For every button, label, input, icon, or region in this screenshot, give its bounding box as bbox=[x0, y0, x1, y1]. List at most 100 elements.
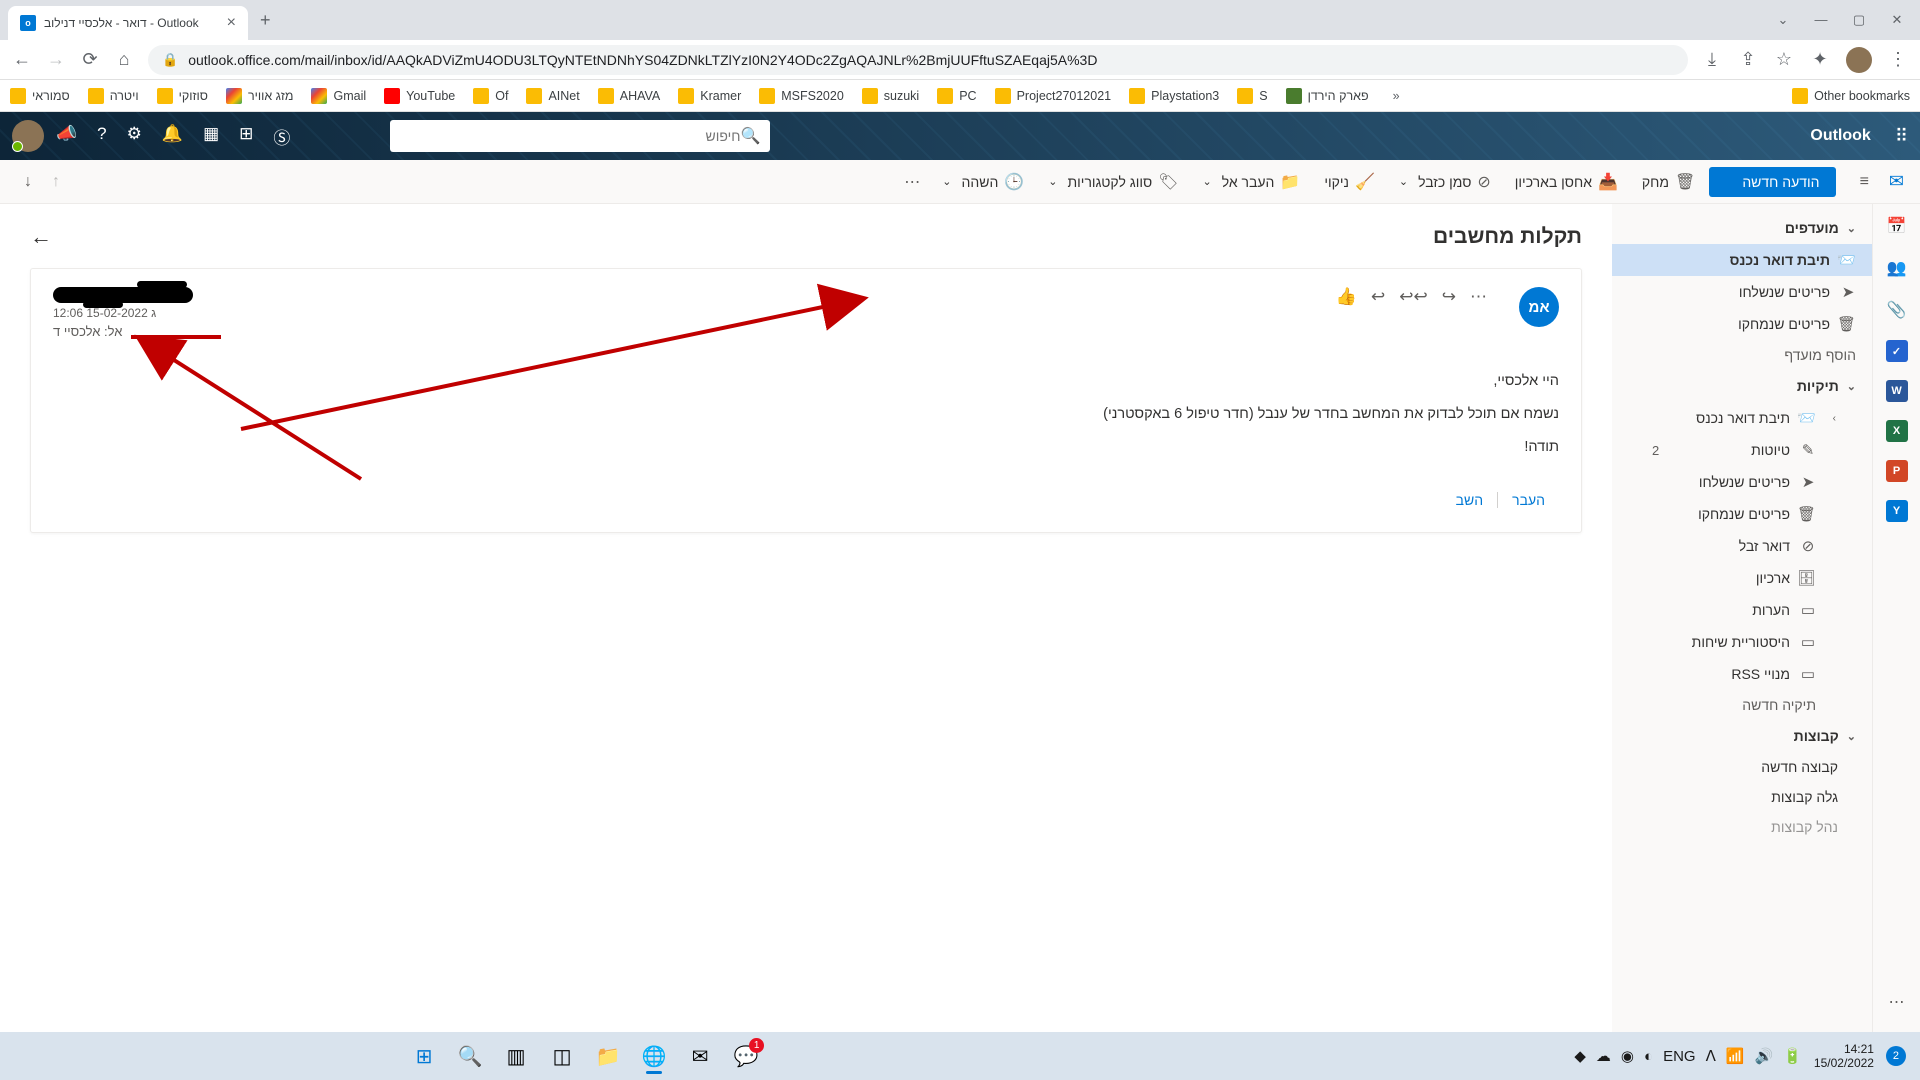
bookmark-item[interactable]: ויטרה bbox=[88, 88, 139, 104]
other-bookmarks[interactable]: Other bookmarks bbox=[1792, 88, 1910, 104]
browser-tab[interactable]: o דואר - אלכסיי דנילוב - Outlook × bbox=[8, 6, 248, 40]
more-actions-icon[interactable]: ⋯ bbox=[896, 168, 928, 196]
bookmark-item[interactable]: Playstation3 bbox=[1129, 88, 1219, 104]
sweep-button[interactable]: 🧹ניקוי bbox=[1314, 166, 1385, 198]
tray-app-icon[interactable]: ◆ bbox=[1574, 1047, 1586, 1065]
widgets-icon[interactable]: ◫ bbox=[542, 1036, 582, 1076]
junk-button[interactable]: ⊘סמן כזבל⌄ bbox=[1389, 166, 1501, 198]
start-button[interactable]: ⊞ bbox=[404, 1036, 444, 1076]
back-icon[interactable]: ← bbox=[12, 49, 32, 70]
discover-groups-link[interactable]: גלה קבוצות bbox=[1612, 782, 1872, 812]
new-tab-button[interactable]: + bbox=[260, 10, 271, 31]
back-arrow-icon[interactable]: → bbox=[30, 224, 52, 250]
more-icon[interactable]: ⋯ bbox=[1470, 287, 1487, 307]
task-view-icon[interactable]: ▥ bbox=[496, 1036, 536, 1076]
address-bar[interactable]: 🔒 outlook.office.com/mail/inbox/id/AAQkA… bbox=[148, 45, 1688, 75]
folder-deleted-tree[interactable]: 🗑פריטים שנמחקו bbox=[1612, 498, 1872, 530]
folder-inbox-tree[interactable]: ›📨תיבת דואר נכנס bbox=[1612, 402, 1872, 434]
folder-sent[interactable]: ➤פריטים שנשלחו bbox=[1612, 276, 1872, 308]
maximize-icon[interactable]: ▢ bbox=[1852, 12, 1866, 28]
extensions-icon[interactable]: ✦ bbox=[1810, 49, 1830, 70]
app-launcher-icon[interactable]: ⠿ bbox=[1895, 126, 1908, 147]
folder-inbox[interactable]: 📨תיבת דואר נכנס bbox=[1612, 244, 1872, 276]
bookmark-item[interactable]: suzuki bbox=[862, 88, 919, 104]
search-icon[interactable]: 🔍 bbox=[740, 126, 760, 146]
bookmark-item[interactable]: YouTube bbox=[384, 88, 455, 104]
bookmark-item[interactable]: פארק הירדן bbox=[1286, 88, 1369, 104]
bookmark-item[interactable]: AHAVA bbox=[598, 88, 661, 104]
reply-icon[interactable]: ↩ bbox=[1371, 287, 1385, 307]
folders-section[interactable]: ⌄תיקיות bbox=[1612, 370, 1872, 402]
megaphone-icon[interactable]: 📣 bbox=[56, 124, 77, 149]
taskbar-search-icon[interactable]: 🔍 bbox=[450, 1036, 490, 1076]
bookmark-item[interactable]: AINet bbox=[526, 88, 579, 104]
tray-app-icon[interactable]: ◉ bbox=[1621, 1047, 1634, 1065]
prev-item-icon[interactable]: ↑ bbox=[44, 169, 68, 195]
taskbar-clock[interactable]: 14:21 15/02/2022 bbox=[1814, 1042, 1874, 1071]
attachments-icon[interactable]: 📎 bbox=[1885, 298, 1909, 322]
new-folder-link[interactable]: תיקיה חדשה bbox=[1612, 690, 1872, 720]
bookmark-item[interactable]: סמוראי bbox=[10, 88, 70, 104]
folder-conversation-history[interactable]: ▭היסטוריית שיחות bbox=[1612, 626, 1872, 658]
forward-icon[interactable]: → bbox=[46, 49, 66, 70]
install-app-icon[interactable]: ⤓ bbox=[1702, 49, 1722, 70]
chevron-down-icon[interactable]: ⌄ bbox=[1776, 12, 1790, 28]
mail-icon[interactable]: ✉ bbox=[1889, 171, 1904, 192]
more-apps-icon[interactable]: ⋯ bbox=[1889, 992, 1905, 1012]
battery-icon[interactable]: 🔋 bbox=[1783, 1047, 1802, 1065]
close-window-icon[interactable]: ✕ bbox=[1890, 12, 1904, 28]
onedrive-icon[interactable]: ☁ bbox=[1596, 1047, 1611, 1065]
bookmarks-overflow-icon[interactable]: » bbox=[1393, 89, 1400, 103]
powerpoint-app-icon[interactable]: P bbox=[1886, 460, 1908, 482]
categorize-button[interactable]: 🏷סווג לקטגוריות⌄ bbox=[1038, 166, 1188, 198]
system-tray[interactable]: ◆ ☁ ◉ ◐ ENG ᐱ 📶 🔊 🔋 bbox=[1574, 1047, 1802, 1065]
excel-app-icon[interactable]: X bbox=[1886, 420, 1908, 442]
search-input[interactable] bbox=[400, 128, 740, 144]
manage-groups-link[interactable]: נהל קבוצות bbox=[1612, 812, 1872, 842]
calendar-day-icon[interactable]: 📅 bbox=[1885, 214, 1909, 238]
bookmark-star-icon[interactable]: ☆ bbox=[1774, 49, 1794, 70]
bookmark-item[interactable]: S bbox=[1237, 88, 1267, 104]
reply-all-icon[interactable]: ↩↩ bbox=[1399, 287, 1428, 307]
ribbon-menu-icon[interactable]: ≡ bbox=[1852, 169, 1877, 195]
next-item-icon[interactable]: ↓ bbox=[16, 169, 40, 195]
skype-icon[interactable]: Ⓢ bbox=[273, 124, 290, 149]
bookmark-item[interactable]: Project27012021 bbox=[995, 88, 1112, 104]
notification-count[interactable]: 2 bbox=[1886, 1046, 1906, 1066]
bookmark-item[interactable]: סוזוקי bbox=[157, 88, 208, 104]
chevron-up-icon[interactable]: ᐱ bbox=[1706, 1047, 1716, 1065]
outlook-taskbar-icon[interactable]: ✉ bbox=[680, 1036, 720, 1076]
forward-button[interactable]: העבר bbox=[1498, 486, 1559, 514]
folder-junk[interactable]: ⊘דואר זבל bbox=[1612, 530, 1872, 562]
new-group-link[interactable]: קבוצה חדשה bbox=[1612, 752, 1872, 782]
word-app-icon[interactable]: W bbox=[1886, 380, 1908, 402]
delete-button[interactable]: 🗑מחק bbox=[1632, 166, 1705, 198]
file-explorer-icon[interactable]: 📁 bbox=[588, 1036, 628, 1076]
favorites-section[interactable]: ⌄מועדפים bbox=[1612, 212, 1872, 244]
bookmark-item[interactable]: Kramer bbox=[678, 88, 741, 104]
share-icon[interactable]: ⇪ bbox=[1738, 49, 1758, 70]
move-to-button[interactable]: 📁העבר אל⌄ bbox=[1192, 166, 1310, 198]
bookmark-item[interactable]: Gmail bbox=[311, 88, 366, 104]
add-favorite-link[interactable]: הוסף מועדף bbox=[1612, 340, 1872, 370]
folder-archive[interactable]: 🗄ארכיון bbox=[1612, 562, 1872, 594]
chrome-taskbar-icon[interactable]: 🌐 bbox=[634, 1036, 674, 1076]
whatsapp-taskbar-icon[interactable]: 💬1 bbox=[726, 1036, 766, 1076]
home-icon[interactable]: ⌂ bbox=[114, 49, 134, 70]
minimize-icon[interactable]: ― bbox=[1814, 12, 1828, 28]
folder-sent-tree[interactable]: ➤פריטים שנשלחו bbox=[1612, 466, 1872, 498]
close-tab-icon[interactable]: × bbox=[227, 14, 236, 32]
reply-button[interactable]: השב bbox=[1442, 486, 1497, 514]
help-icon[interactable]: ? bbox=[97, 124, 106, 149]
bookmark-item[interactable]: מזג אוויר bbox=[226, 88, 294, 104]
groups-section[interactable]: ⌄קבוצות bbox=[1612, 720, 1872, 752]
bookmark-item[interactable]: PC bbox=[937, 88, 976, 104]
forward-arrow-icon[interactable]: ↪ bbox=[1442, 287, 1456, 307]
folder-rss[interactable]: ▭מנויי RSS bbox=[1612, 658, 1872, 690]
meet-now-icon[interactable]: ▦ bbox=[203, 124, 219, 149]
tray-app-icon[interactable]: ◐ bbox=[1644, 1048, 1653, 1065]
snooze-button[interactable]: 🕒השהה⌄ bbox=[932, 166, 1034, 198]
wifi-icon[interactable]: 📶 bbox=[1726, 1047, 1745, 1065]
folder-drafts[interactable]: ✎טיוטות2 bbox=[1612, 434, 1872, 466]
bookmark-item[interactable]: Of bbox=[473, 88, 508, 104]
